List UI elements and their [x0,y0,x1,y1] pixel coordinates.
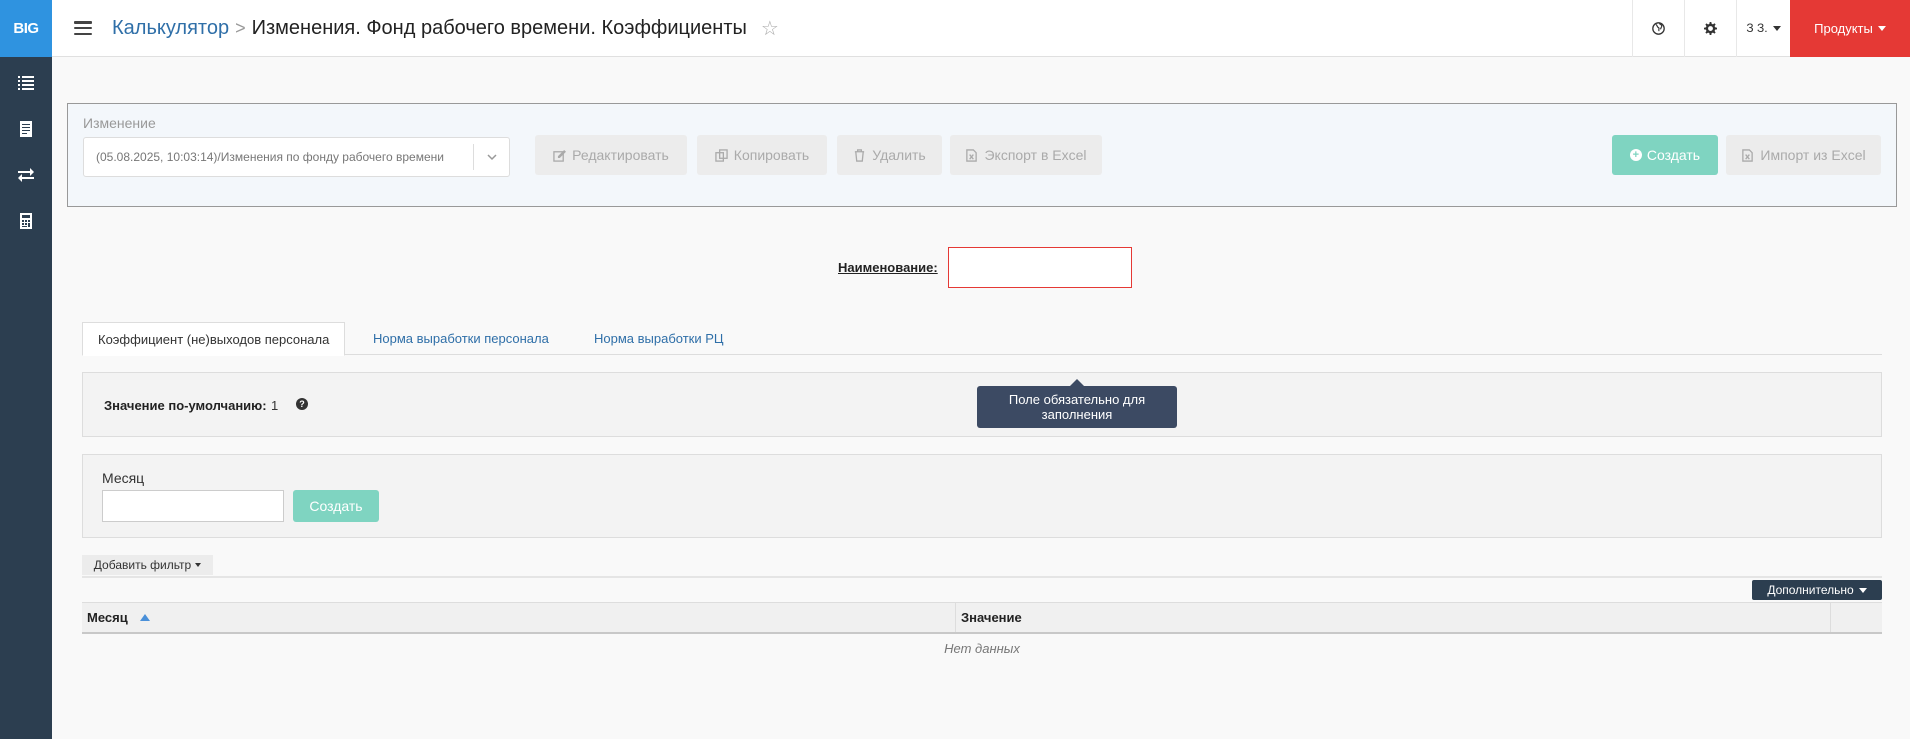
user-menu-label: З З. [1746,21,1768,35]
breadcrumb-calculator-link[interactable]: Калькулятор [112,17,229,40]
copy-icon [715,148,728,162]
settings-button[interactable] [1684,0,1736,57]
menu-toggle-icon[interactable] [74,21,92,35]
chevron-down-icon [195,563,202,567]
sidebar-item-calculator[interactable] [0,198,52,244]
exchange-icon [18,168,34,182]
edit-icon [553,149,567,162]
app-logo[interactable]: BIG [0,0,52,57]
export-excel-button-label: Экспорт в Excel [984,147,1087,163]
document-icon [20,121,32,137]
name-label: Наименование: [838,260,938,275]
language-button[interactable] [1632,0,1684,57]
sidebar-item-list[interactable] [0,60,52,106]
table-header: Месяц Значение [82,602,1882,634]
gear-icon [1704,21,1717,35]
name-field-row: Наименование: [838,247,1132,288]
copy-button-label: Копировать [733,147,810,163]
top-bar: Калькулятор > Изменения. Фонд рабочего в… [52,0,1910,57]
create-month-button[interactable]: Создать [293,490,379,522]
name-input[interactable] [947,247,1132,288]
delete-button[interactable]: Удалить [837,135,942,175]
tab-staff-absence-coefficient[interactable]: Коэффициент (не)выходов персонала [82,322,346,356]
add-filter-button[interactable]: Добавить фильтр [82,555,213,575]
more-button[interactable]: Дополнительно [1752,580,1882,600]
edit-button-label: Редактировать [572,147,669,163]
calculator-icon [20,213,32,229]
help-icon[interactable]: ? [296,398,308,410]
chevron-down-icon [1858,587,1867,593]
sidebar-item-exchange[interactable] [0,152,52,198]
table-empty-message: Нет данных [944,640,1020,656]
sidebar: BIG [0,0,52,739]
column-header-value[interactable]: Значение [956,603,1831,632]
tab-dc-output-norm[interactable]: Норма выработки РЦ [579,322,739,355]
chevron-down-icon [1877,25,1886,31]
products-menu-button[interactable]: Продукты [1790,0,1910,57]
tab-staff-output-norm[interactable]: Норма выработки персонала [358,322,564,355]
breadcrumb-separator: > [235,17,246,38]
trash-icon [855,148,865,162]
delete-button-label: Удалить [872,147,926,163]
month-input[interactable] [102,490,284,522]
more-button-label: Дополнительно [1767,583,1854,597]
sidebar-item-documents[interactable] [0,106,52,152]
column-header-value-label: Значение [961,610,1022,625]
tooltip-arrow [1070,379,1084,386]
favorite-star-icon[interactable]: ☆ [761,16,779,41]
sort-ascending-icon[interactable] [139,614,150,621]
default-value[interactable]: 1 [271,398,278,413]
month-label: Месяц [102,470,145,486]
create-button[interactable]: + Создать [1612,135,1718,175]
chevron-down-icon [1772,25,1781,31]
change-panel: Изменение (05.08.2025, 10:03:14)/Изменен… [67,103,1897,207]
filter-divider [82,576,1882,578]
default-value-label: Значение по-умолчанию: [104,398,267,413]
user-menu[interactable]: З З. [1736,0,1790,57]
main-content: Изменение (05.08.2025, 10:03:14)/Изменен… [52,57,1910,739]
list-icon [18,76,34,90]
plus-circle-icon: + [1629,149,1642,161]
tabs-bar: Коэффициент (не)выходов персонала Норма … [82,322,1882,356]
data-table: Месяц Значение Нет данных [82,602,1882,662]
column-header-actions [1831,603,1882,632]
copy-button[interactable]: Копировать [697,135,827,175]
edit-button[interactable]: Редактировать [535,135,687,175]
breadcrumb: Калькулятор > Изменения. Фонд рабочего в… [112,16,779,41]
create-button-label: Создать [1646,147,1701,163]
required-field-tooltip: Поле обязательно для заполнения [977,386,1177,428]
import-excel-button[interactable]: Импорт из Excel [1726,135,1881,175]
top-right-controls: З З. Продукты [1632,0,1910,57]
change-select-value: (05.08.2025, 10:03:14)/Изменения по фонд… [96,150,444,164]
column-header-month[interactable]: Месяц [82,603,956,632]
excel-file-icon [966,148,978,162]
add-filter-label: Добавить фильтр [93,558,192,572]
column-header-month-label: Месяц [87,610,128,625]
excel-file-icon [1742,148,1754,162]
products-menu-label: Продукты [1814,20,1873,36]
globe-icon [1652,21,1665,35]
month-panel: Месяц Создать [82,454,1882,538]
change-select[interactable]: (05.08.2025, 10:03:14)/Изменения по фонд… [83,137,510,177]
chevron-down-icon[interactable] [473,144,509,170]
change-label: Изменение [83,115,156,131]
export-excel-button[interactable]: Экспорт в Excel [950,135,1102,175]
import-excel-button-label: Импорт из Excel [1760,147,1866,163]
page-title: Изменения. Фонд рабочего времени. Коэффи… [251,16,747,39]
